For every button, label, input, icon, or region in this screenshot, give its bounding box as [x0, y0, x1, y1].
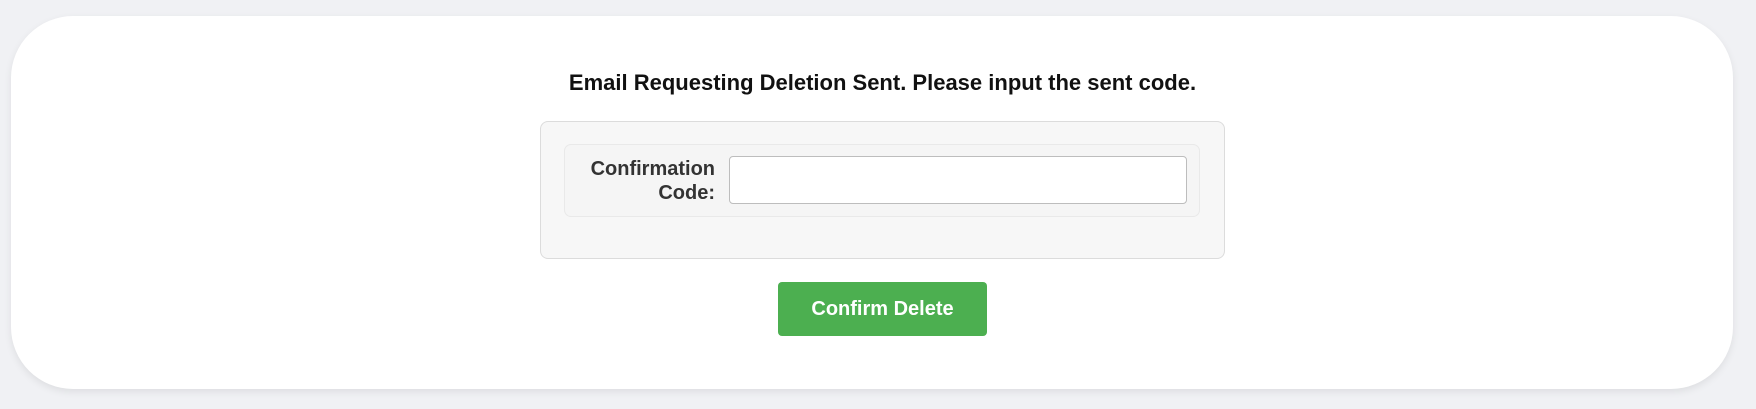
confirmation-code-row: Confirmation Code: [564, 144, 1200, 217]
main-card: Email Requesting Deletion Sent. Please i… [11, 16, 1733, 389]
code-fieldset: Confirmation Code: [540, 121, 1225, 259]
page-title: Email Requesting Deletion Sent. Please i… [568, 70, 1197, 95]
confirmation-code-input[interactable] [729, 156, 1187, 204]
confirmation-code-label: Confirmation Code: [590, 158, 715, 204]
confirm-delete-button[interactable]: Confirm Delete [778, 282, 987, 336]
